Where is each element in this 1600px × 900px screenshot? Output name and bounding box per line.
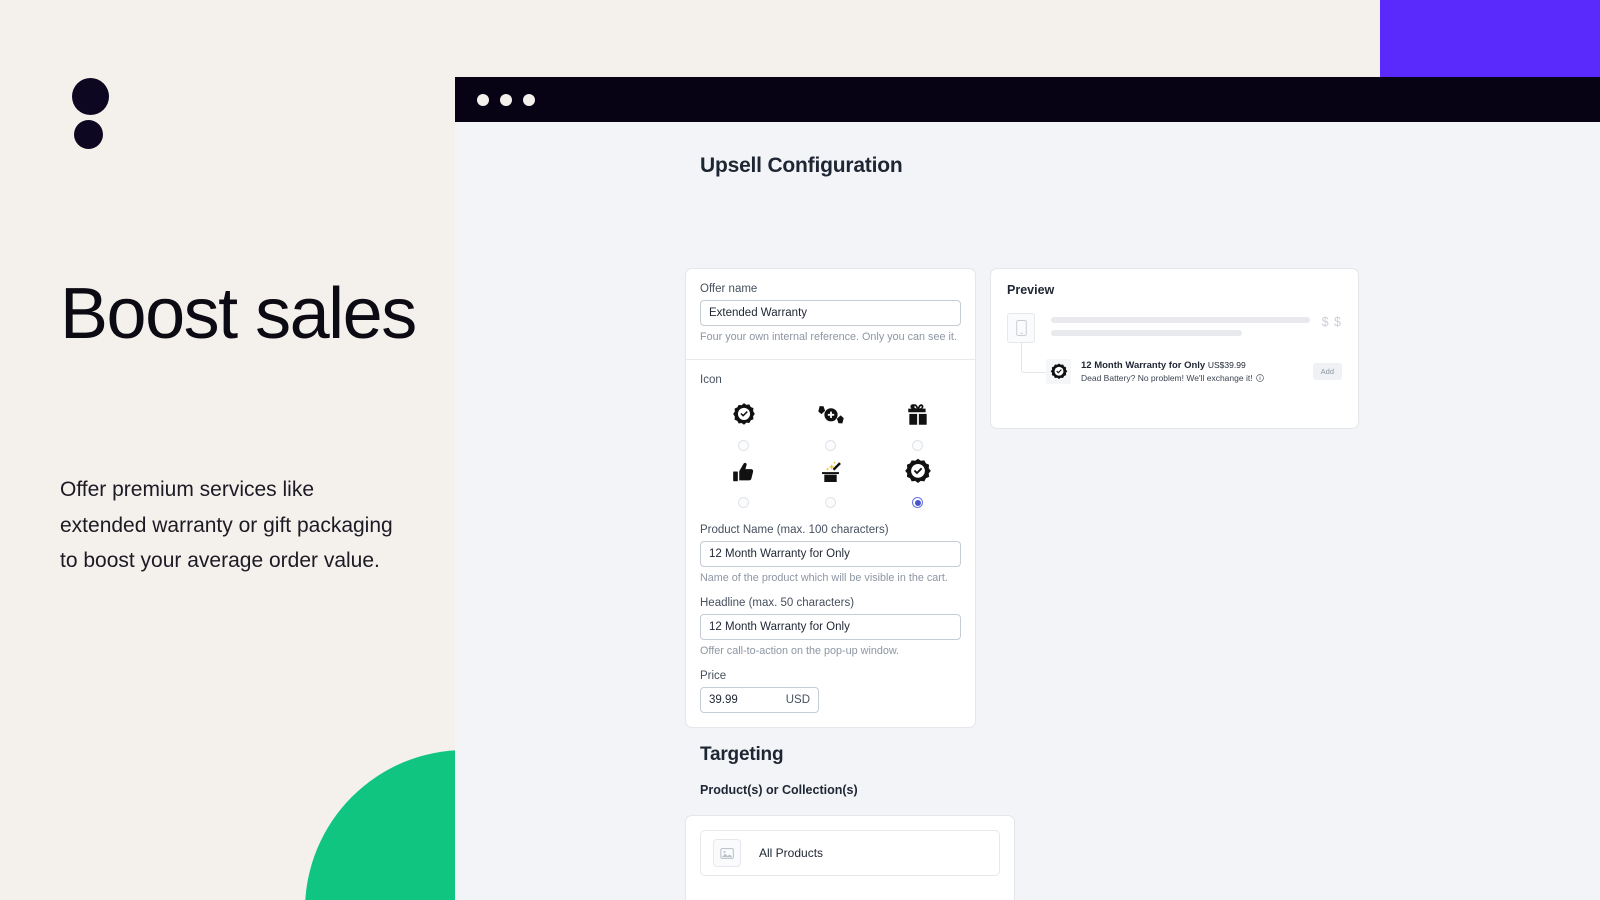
icon-label: Icon — [700, 374, 722, 386]
preview-add-button[interactable]: Add — [1312, 363, 1342, 380]
icon-radio-gift[interactable] — [912, 440, 923, 451]
price-field: Price USD — [700, 670, 961, 713]
icon-picker-section: Icon — [686, 360, 975, 522]
offer-name-section: Offer name Four your own internal refere… — [686, 269, 975, 359]
icon-option-gift[interactable] — [874, 398, 961, 451]
gift-icon — [905, 398, 931, 432]
app-content: Upsell Configuration Offer name Four you… — [455, 122, 1600, 900]
icon-radio-thumbs-up[interactable] — [738, 497, 749, 508]
price-label: Price — [700, 670, 727, 682]
offer-name-label: Offer name — [700, 283, 758, 295]
page-root: Boost sales Offer premium services like … — [0, 0, 1600, 900]
skeleton-line-1 — [1051, 317, 1310, 323]
product-name-help: Name of the product which will be visibl… — [700, 572, 948, 584]
browser-titlebar — [455, 77, 1600, 122]
preview-offer-row: 12 Month Warranty for Only US$39.99 Dead… — [1046, 359, 1342, 384]
headline-help: Offer call-to-action on the pop-up windo… — [700, 645, 900, 657]
headline-label: Headline (max. 50 characters) — [700, 597, 855, 609]
badge-check-icon — [731, 398, 757, 432]
price-input[interactable] — [700, 687, 819, 713]
product-name-input[interactable] — [700, 541, 961, 567]
icon-option-candy[interactable] — [787, 398, 874, 451]
preview-skeleton-lines — [1051, 313, 1310, 336]
icon-option-thumbs-up[interactable] — [700, 455, 787, 508]
icon-radio-candy[interactable] — [825, 440, 836, 451]
phone-thumbnail-icon — [1007, 313, 1035, 343]
preview-offer-description: Dead Battery? No problem! We'll exchange… — [1081, 373, 1253, 383]
image-placeholder-icon — [713, 839, 741, 867]
icon-radio-badge-check[interactable] — [738, 440, 749, 451]
close-dot-icon[interactable] — [477, 93, 489, 106]
candy-icon — [817, 398, 845, 432]
preview-connector-line — [1021, 343, 1046, 373]
preview-cart-item: $ $ — [1007, 313, 1342, 343]
headline-field: Headline (max. 50 characters) Offer call… — [700, 597, 961, 659]
details-section: Product Name (max. 100 characters) Name … — [686, 522, 975, 727]
green-blob-decoration — [305, 750, 465, 900]
icon-option-magic-hat[interactable] — [787, 455, 874, 508]
icon-grid — [700, 398, 961, 508]
product-name-text: All Products — [759, 846, 824, 860]
magic-hat-icon — [816, 455, 846, 489]
product-name-label: Product Name (max. 100 characters) — [700, 524, 889, 536]
logo-dot-large-icon — [72, 78, 109, 115]
page-title: Upsell Configuration — [700, 154, 903, 177]
targeting-subsection-title: Product(s) or Collection(s) — [700, 783, 858, 797]
maximize-dot-icon[interactable] — [523, 93, 535, 106]
preview-offer-price: US$39.99 — [1207, 360, 1246, 370]
browser-window: Upsell Configuration Offer name Four you… — [455, 77, 1600, 900]
headline-input[interactable] — [700, 614, 961, 640]
upsell-form-card: Offer name Four your own internal refere… — [685, 268, 976, 728]
thumbs-up-icon — [731, 455, 757, 489]
preview-cart-price: $ $ — [1321, 315, 1342, 329]
logo-dot-small-icon — [74, 120, 103, 149]
preview-card: Preview $ $ 12 Month Warranty for Only U… — [990, 268, 1359, 429]
brand-logo — [72, 78, 109, 149]
preview-offer-text: 12 Month Warranty for Only US$39.99 Dead… — [1081, 360, 1313, 383]
icon-option-badge-check[interactable] — [700, 398, 787, 451]
info-circle-icon[interactable] — [1255, 374, 1264, 382]
icon-radio-magic-hat[interactable] — [825, 497, 836, 508]
product-name-field: Product Name (max. 100 characters) Name … — [700, 524, 961, 586]
hero-headline: Boost sales — [60, 274, 417, 354]
hero-subtext: Offer premium services like extended war… — [60, 478, 393, 572]
skeleton-line-2 — [1051, 330, 1243, 336]
preview-offer-title-line: 12 Month Warranty for Only US$39.99 — [1081, 360, 1313, 371]
list-item[interactable]: All Products — [700, 830, 1000, 876]
preview-offer-title: 12 Month Warranty for Only — [1081, 360, 1206, 371]
offer-name-input[interactable] — [700, 300, 961, 326]
targeting-section-title: Targeting — [700, 744, 784, 765]
icon-option-badge-check-bold[interactable] — [874, 455, 961, 508]
preview-offer-description-line: Dead Battery? No problem! We'll exchange… — [1081, 373, 1313, 383]
minimize-dot-icon[interactable] — [500, 93, 512, 106]
offer-name-help: Four your own internal reference. Only y… — [700, 331, 957, 343]
preview-title: Preview — [1007, 283, 1055, 297]
preview-body: $ $ 12 Month Warranty for Only US$39.99 … — [1007, 313, 1342, 384]
marketing-panel: Boost sales Offer premium services like … — [0, 0, 465, 900]
targeting-card: All Products — [685, 815, 1015, 900]
badge-check-bold-icon — [904, 455, 932, 489]
preview-badge-check-icon — [1046, 359, 1071, 384]
icon-radio-badge-check-bold[interactable] — [912, 497, 923, 508]
purple-accent-block — [1380, 0, 1600, 77]
